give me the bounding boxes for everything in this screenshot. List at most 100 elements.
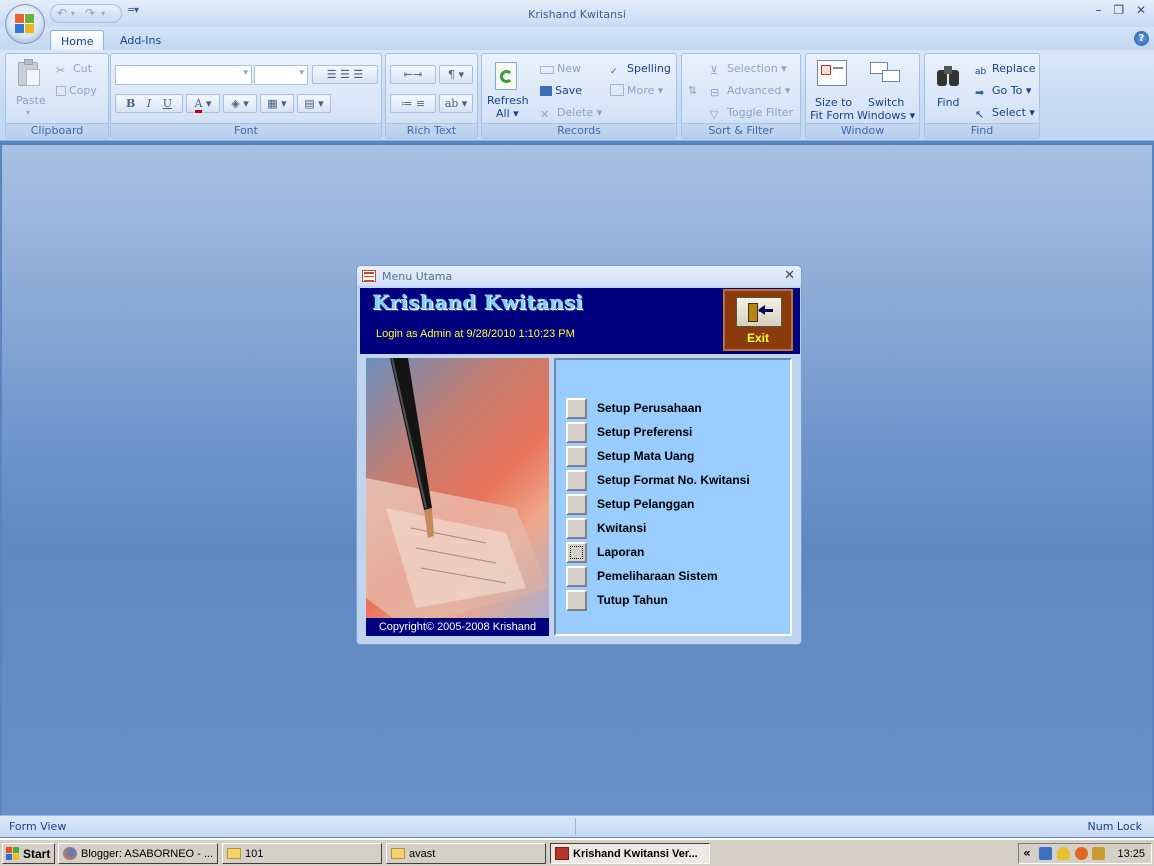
paste-dropdown-icon[interactable]: ▾	[26, 108, 30, 117]
network-icon[interactable]	[1039, 847, 1052, 860]
highlight-button[interactable]: ab ▾	[439, 94, 473, 113]
menu-button[interactable]	[566, 398, 587, 419]
size-to-fit-label-2[interactable]: Fit Form	[810, 109, 854, 122]
sort-icon[interactable]: ⇅	[688, 84, 697, 97]
tray-expand-icon[interactable]: «	[1023, 846, 1031, 860]
status-separator	[575, 818, 576, 835]
form-close-icon[interactable]: ✕	[784, 268, 795, 283]
exit-label: Exit	[746, 331, 769, 345]
fill-bucket-icon: ◈	[231, 97, 240, 110]
exit-button[interactable]: Exit	[723, 289, 793, 351]
cut-button[interactable]: ✂ Cut	[56, 62, 92, 77]
list-buttons[interactable]: ≔ ≡	[390, 94, 436, 113]
task-krishand-kwitansi[interactable]: Krishand Kwitansi Ver...	[550, 843, 710, 864]
close-button[interactable]: ✕	[1136, 3, 1146, 17]
group-font: ☰ ☰ ☰ B I U A ▾ ◈ ▾ ▦ ▾ ▤ ▾ ↘ Font	[110, 53, 382, 139]
refresh-icon	[495, 62, 517, 90]
view-status: Form View	[9, 820, 67, 833]
group-label-records: Records	[482, 123, 676, 138]
bold-button[interactable]: B	[126, 97, 135, 110]
pen-image-graphic	[366, 358, 549, 628]
form-title: Menu Utama	[382, 270, 453, 283]
task-blogger[interactable]: Blogger: ASABORNEO - ...	[58, 843, 218, 864]
tab-add-ins[interactable]: Add-Ins	[110, 30, 171, 51]
underline-button[interactable]: U	[163, 97, 172, 110]
spelling-button[interactable]: ✓ Spelling	[610, 62, 671, 79]
form-title-bar[interactable]: Menu Utama ✕	[357, 266, 801, 286]
menu-button[interactable]	[566, 590, 587, 611]
advanced-filter-icon: ⊟	[710, 86, 720, 99]
office-button[interactable]	[5, 4, 45, 44]
user-keys-icon[interactable]	[1092, 847, 1105, 860]
help-icon[interactable]: ?	[1134, 31, 1149, 46]
refresh-all-button[interactable]: Refresh	[487, 94, 529, 107]
font-name-combo[interactable]	[115, 65, 252, 85]
grid-icon: ▦	[267, 97, 278, 110]
task-folder-101[interactable]: 101	[222, 843, 382, 864]
windows-flag-icon	[6, 847, 20, 861]
italic-button[interactable]: I	[147, 97, 151, 110]
avast-icon[interactable]	[1075, 847, 1088, 860]
toggle-filter-button[interactable]: ▽ Toggle Filter	[710, 106, 793, 121]
spelling-icon: ✓	[610, 67, 618, 77]
cursor-icon: ↖	[975, 108, 985, 121]
menu-label: Setup Perusahaan	[597, 401, 702, 415]
more-icon	[610, 84, 624, 96]
new-record-icon	[540, 66, 554, 74]
font-color-button[interactable]: A ▾	[186, 94, 220, 113]
advanced-button[interactable]: ⊟ Advanced ▾	[710, 84, 790, 99]
find-button[interactable]: Find	[937, 96, 960, 109]
refresh-all-sub[interactable]: All ▾	[496, 107, 519, 120]
restore-button[interactable]: ❐	[1113, 3, 1124, 17]
fill-color-button[interactable]: ◈ ▾	[223, 94, 257, 113]
office-logo-icon	[15, 14, 35, 34]
group-label-sort-filter: Sort & Filter	[682, 123, 800, 138]
switch-label-1[interactable]: Switch	[868, 96, 904, 109]
font-size-combo[interactable]	[254, 65, 308, 85]
replace-button[interactable]: ab Replace	[975, 62, 1036, 79]
tab-home[interactable]: Home	[50, 30, 105, 51]
menu-button[interactable]	[566, 518, 587, 539]
task-label: avast	[409, 848, 436, 860]
title-bar: ↶ ▾ ↷ ▾ ═▾ Krishand Kwitansi – ❐ ✕	[0, 0, 1154, 27]
paragraph-direction-button[interactable]: ¶ ▾	[439, 65, 473, 84]
save-record-button[interactable]: Save	[540, 84, 582, 97]
folder-icon	[227, 848, 241, 859]
selection-button[interactable]: ⊻ Selection ▾	[710, 62, 787, 77]
menu-button[interactable]	[566, 470, 587, 491]
new-record-button[interactable]: New	[540, 62, 581, 75]
task-folder-avast[interactable]: avast	[386, 843, 546, 864]
menu-button[interactable]	[566, 542, 587, 563]
menu-button[interactable]	[566, 494, 587, 515]
clock: 13:25	[1117, 848, 1145, 860]
menu-button[interactable]	[566, 422, 587, 443]
gridlines-button[interactable]: ▦ ▾	[260, 94, 294, 113]
delete-record-button[interactable]: ✕ Delete ▾	[540, 106, 602, 121]
form-icon	[362, 270, 376, 282]
copy-icon	[56, 86, 66, 96]
indent-buttons[interactable]: ⇤⇥	[390, 65, 436, 84]
start-button[interactable]: Start	[2, 843, 55, 864]
size-to-fit-label-1[interactable]: Size to	[815, 96, 852, 109]
goto-button[interactable]: ➡ Go To ▾	[975, 84, 1031, 99]
goto-arrow-icon: ➡	[975, 86, 985, 99]
switch-label-2[interactable]: Windows ▾	[857, 109, 915, 122]
menu-label: Setup Pelanggan	[597, 497, 695, 511]
minimize-button[interactable]: –	[1096, 3, 1102, 17]
group-sort-filter: ⇅ ⊻ Selection ▾ ⊟ Advanced ▾ ▽ Toggle Filte…	[681, 53, 801, 139]
menu-label: Laporan	[597, 545, 645, 559]
security-shield-icon[interactable]	[1057, 847, 1070, 860]
copy-button[interactable]: Copy	[56, 84, 97, 97]
exit-door-icon	[736, 297, 782, 327]
paste-button[interactable]: Paste	[16, 94, 46, 107]
bold-italic-underline: B I U	[115, 94, 183, 113]
status-bar: Form View Num Lock	[0, 815, 1154, 837]
alt-fill-icon: ▤	[304, 97, 315, 110]
task-label: Krishand Kwitansi Ver...	[573, 848, 698, 860]
menu-button[interactable]	[566, 566, 587, 587]
menu-button[interactable]	[566, 446, 587, 467]
alt-fill-button[interactable]: ▤ ▾	[297, 94, 331, 113]
align-buttons[interactable]: ☰ ☰ ☰	[312, 65, 378, 84]
more-button[interactable]: More ▾	[610, 84, 663, 97]
select-button[interactable]: ↖ Select ▾	[975, 106, 1035, 121]
